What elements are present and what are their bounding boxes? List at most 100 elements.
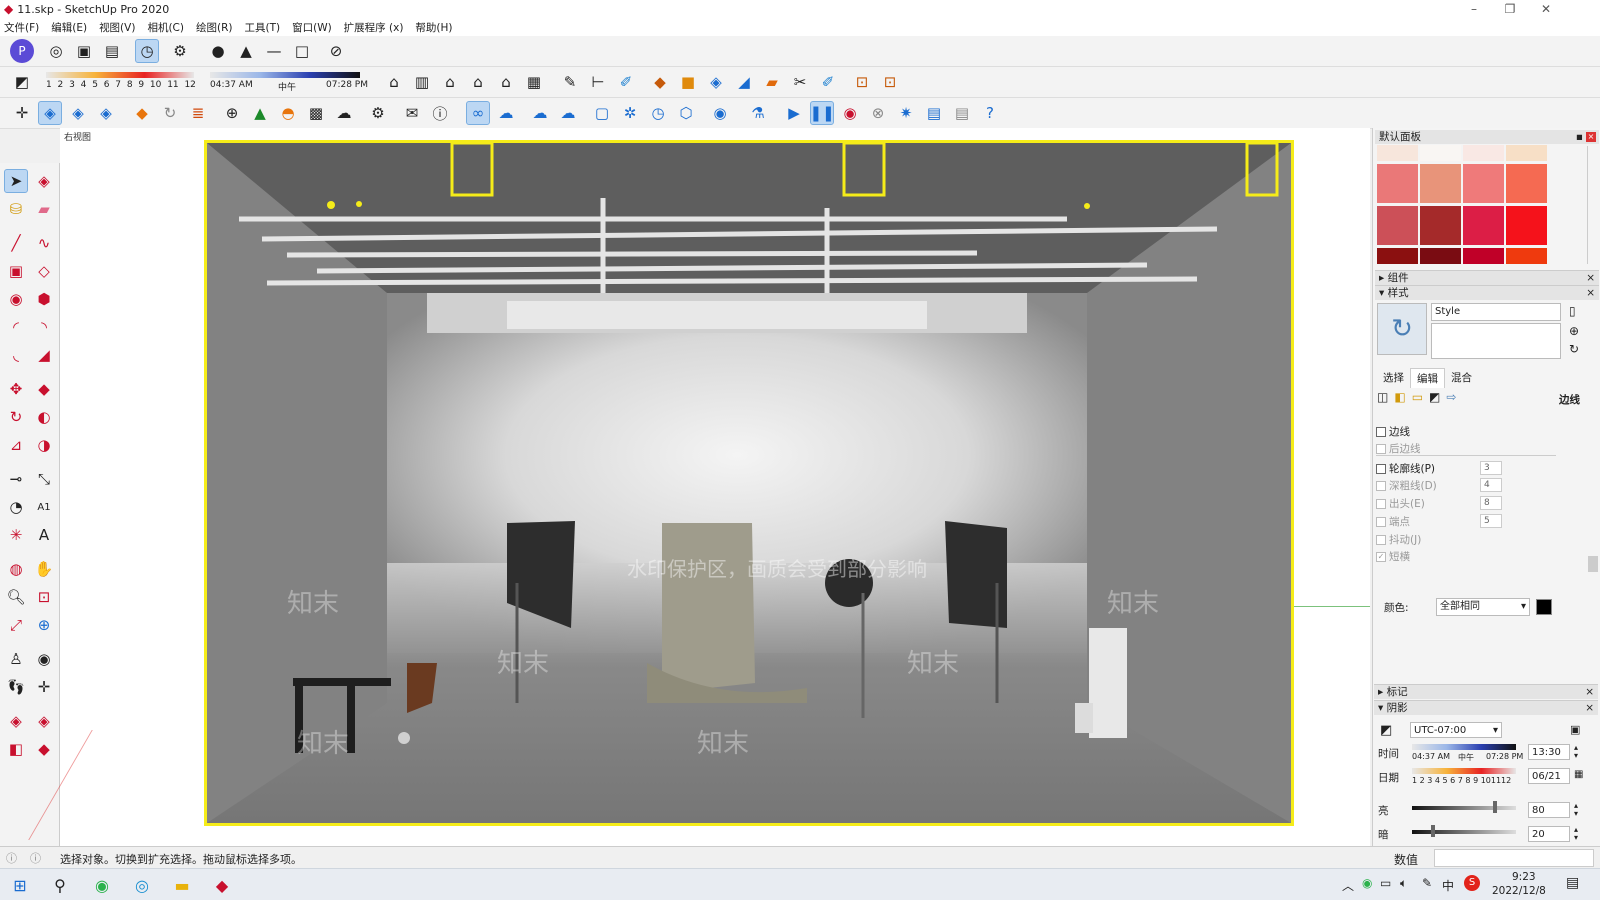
previous-view-icon[interactable]: ⊕ xyxy=(32,613,56,637)
eraser-tool-icon[interactable]: ▰ xyxy=(760,70,784,94)
orbit-tool-icon[interactable]: ◍ xyxy=(4,557,28,581)
tab-edit[interactable]: 编辑 xyxy=(1410,368,1445,388)
close-icon[interactable]: × xyxy=(1585,701,1594,715)
push-pull-icon[interactable]: ◆ xyxy=(32,377,56,401)
scene-tab-label[interactable]: 右视图 xyxy=(64,130,91,143)
close-icon[interactable]: × xyxy=(1586,286,1595,300)
paint-bucket-icon[interactable]: ⛁ xyxy=(4,197,28,221)
textured-view-icon[interactable]: ◈ xyxy=(94,101,118,125)
edge-option-back-edges[interactable]: 后边线 xyxy=(1376,441,1421,456)
shadow-details-icon[interactable]: ▣ xyxy=(1570,723,1580,736)
color-swatch[interactable] xyxy=(1377,248,1418,264)
tray-scrollbar-thumb[interactable] xyxy=(1588,556,1598,572)
close-button[interactable]: ✕ xyxy=(1528,0,1564,18)
chrome-icon[interactable]: ◉ xyxy=(708,101,732,125)
zoom-window-icon[interactable]: ⊡ xyxy=(32,585,56,609)
extension-warehouse-icon[interactable]: ◈ xyxy=(32,709,56,733)
cloud-sync-icon[interactable]: ☁ xyxy=(528,101,552,125)
render-settings-icon[interactable]: ✷ xyxy=(894,101,918,125)
arc-tool-icon[interactable]: ◜ xyxy=(4,315,28,339)
color-swatch[interactable] xyxy=(1506,206,1547,245)
profiles-width-input[interactable]: 3 xyxy=(1480,461,1502,475)
edge-option-jitter[interactable]: 抖动(J) xyxy=(1376,532,1421,547)
network-icon[interactable]: ✲ xyxy=(618,101,642,125)
zoom-tool-icon[interactable]: 🔍︎ xyxy=(4,585,28,609)
follow-me-icon[interactable]: ◐ xyxy=(32,405,56,429)
rotated-rect-icon[interactable]: ◇ xyxy=(32,259,56,283)
edge-option-edges[interactable]: 边线 xyxy=(1376,424,1410,439)
pause-icon[interactable]: ❚❚ xyxy=(809,101,835,125)
link-icon[interactable]: ∞ xyxy=(466,101,490,125)
record-icon[interactable]: ◉ xyxy=(838,101,862,125)
move-tool-icon[interactable]: ✥ xyxy=(4,377,28,401)
profile-icon[interactable]: P xyxy=(10,39,34,63)
film-icon[interactable]: ▤ xyxy=(922,101,946,125)
shadow-toggle-icon[interactable]: ◩ xyxy=(1380,723,1392,738)
scale-tool-icon[interactable]: ⊿ xyxy=(4,433,28,457)
search-icon[interactable]: ⚲ xyxy=(46,873,74,897)
volume-icon[interactable]: 🔈︎ xyxy=(1400,876,1407,891)
color-swatch[interactable] xyxy=(1463,206,1504,245)
stack-icon[interactable]: ≣ xyxy=(186,101,210,125)
store-icon[interactable]: ▦ xyxy=(522,70,546,94)
light-spinner[interactable]: ▴ ▾ xyxy=(1574,802,1578,818)
color-swatch[interactable] xyxy=(1377,206,1418,245)
send-layout-icon[interactable]: ◧ xyxy=(4,737,28,761)
mail-icon[interactable]: ✉ xyxy=(400,101,424,125)
gear-cluster-icon[interactable]: ⚙ xyxy=(366,101,390,125)
wechat-tray-icon[interactable]: ◉ xyxy=(1362,876,1372,890)
info-icon[interactable]: ⓘ xyxy=(428,101,452,125)
rectangle-tool-icon[interactable]: ▣ xyxy=(4,259,28,283)
tray-close-icon[interactable]: × xyxy=(1586,132,1596,142)
shadow-toggle-icon[interactable]: ◩ xyxy=(10,70,34,94)
wechat-icon[interactable]: ◉ xyxy=(88,873,116,897)
look-around-icon[interactable]: ◉ xyxy=(32,647,56,671)
close-icon[interactable]: × xyxy=(1585,685,1594,699)
style-name-input[interactable]: Style xyxy=(1431,303,1561,321)
edge-color-swatch[interactable] xyxy=(1536,599,1552,615)
3d-text-icon[interactable]: A xyxy=(32,523,56,547)
color-swatch[interactable] xyxy=(1420,164,1461,203)
cloud-list-icon[interactable]: ☁ xyxy=(556,101,580,125)
position-camera-icon[interactable]: ♙ xyxy=(4,647,28,671)
3d-scene[interactable]: 水印保护区，画质会受到部分影响 知末 知末 知末 知末 知末 知末 xyxy=(204,140,1294,826)
axes-icon[interactable]: ✛ xyxy=(10,101,34,125)
sogou-ime-icon[interactable]: S xyxy=(1464,875,1480,891)
iso-view-icon[interactable]: ◈ xyxy=(38,101,62,125)
offset-tool-icon[interactable]: ◑ xyxy=(32,433,56,457)
help-icon[interactable]: ? xyxy=(978,101,1002,125)
scissors-icon[interactable]: ✂ xyxy=(788,70,812,94)
warehouse-red-icon[interactable]: ◈ xyxy=(4,709,28,733)
camera-icon[interactable]: ▣ xyxy=(72,39,96,63)
time-spinner[interactable]: ▴ ▾ xyxy=(1574,744,1578,760)
components-section[interactable]: ▸ 组件 × xyxy=(1375,270,1599,285)
zoom-extents-icon[interactable]: ⤢ xyxy=(4,613,28,637)
light-slider-thumb[interactable] xyxy=(1493,801,1498,813)
pencil-tool-icon[interactable]: ✎ xyxy=(558,70,582,94)
wand-icon[interactable]: ✐ xyxy=(816,70,840,94)
light-input[interactable]: 80 xyxy=(1528,802,1570,818)
freehand-icon[interactable]: ∿ xyxy=(32,231,56,255)
depth-cue-input[interactable]: 4 xyxy=(1480,478,1502,492)
time-slider[interactable] xyxy=(210,72,360,78)
color-swatch[interactable] xyxy=(1420,248,1461,264)
flask-icon[interactable]: ⚗ xyxy=(746,101,770,125)
menu-extensions[interactable]: 扩展程序 (x) xyxy=(344,20,404,35)
shadows-section[interactable]: ▾ 阴影 × xyxy=(1374,700,1598,715)
two-point-arc-icon[interactable]: ◝ xyxy=(32,315,56,339)
minimize-button[interactable]: – xyxy=(1456,0,1492,18)
menu-draw[interactable]: 绘图(R) xyxy=(196,20,233,35)
model-info-icon[interactable]: ▥ xyxy=(410,70,434,94)
pan-tool-icon[interactable]: ✋ xyxy=(32,557,56,581)
point-icon[interactable]: ● xyxy=(206,39,230,63)
frame-icon[interactable]: ▢ xyxy=(590,101,614,125)
background-settings-icon[interactable]: ▭ xyxy=(1412,390,1423,404)
settings-cog-icon[interactable]: ⚙ xyxy=(168,39,192,63)
house-outline-icon[interactable]: ⌂ xyxy=(494,70,518,94)
endpoints-input[interactable]: 5 xyxy=(1480,514,1502,528)
warehouse-icon[interactable]: ⌂ xyxy=(382,70,406,94)
line-icon[interactable]: — xyxy=(262,39,286,63)
restore-button[interactable]: ❐ xyxy=(1492,0,1528,18)
watermark-settings-icon[interactable]: ◩ xyxy=(1429,390,1440,404)
hexagon-icon[interactable]: ⬡ xyxy=(674,101,698,125)
